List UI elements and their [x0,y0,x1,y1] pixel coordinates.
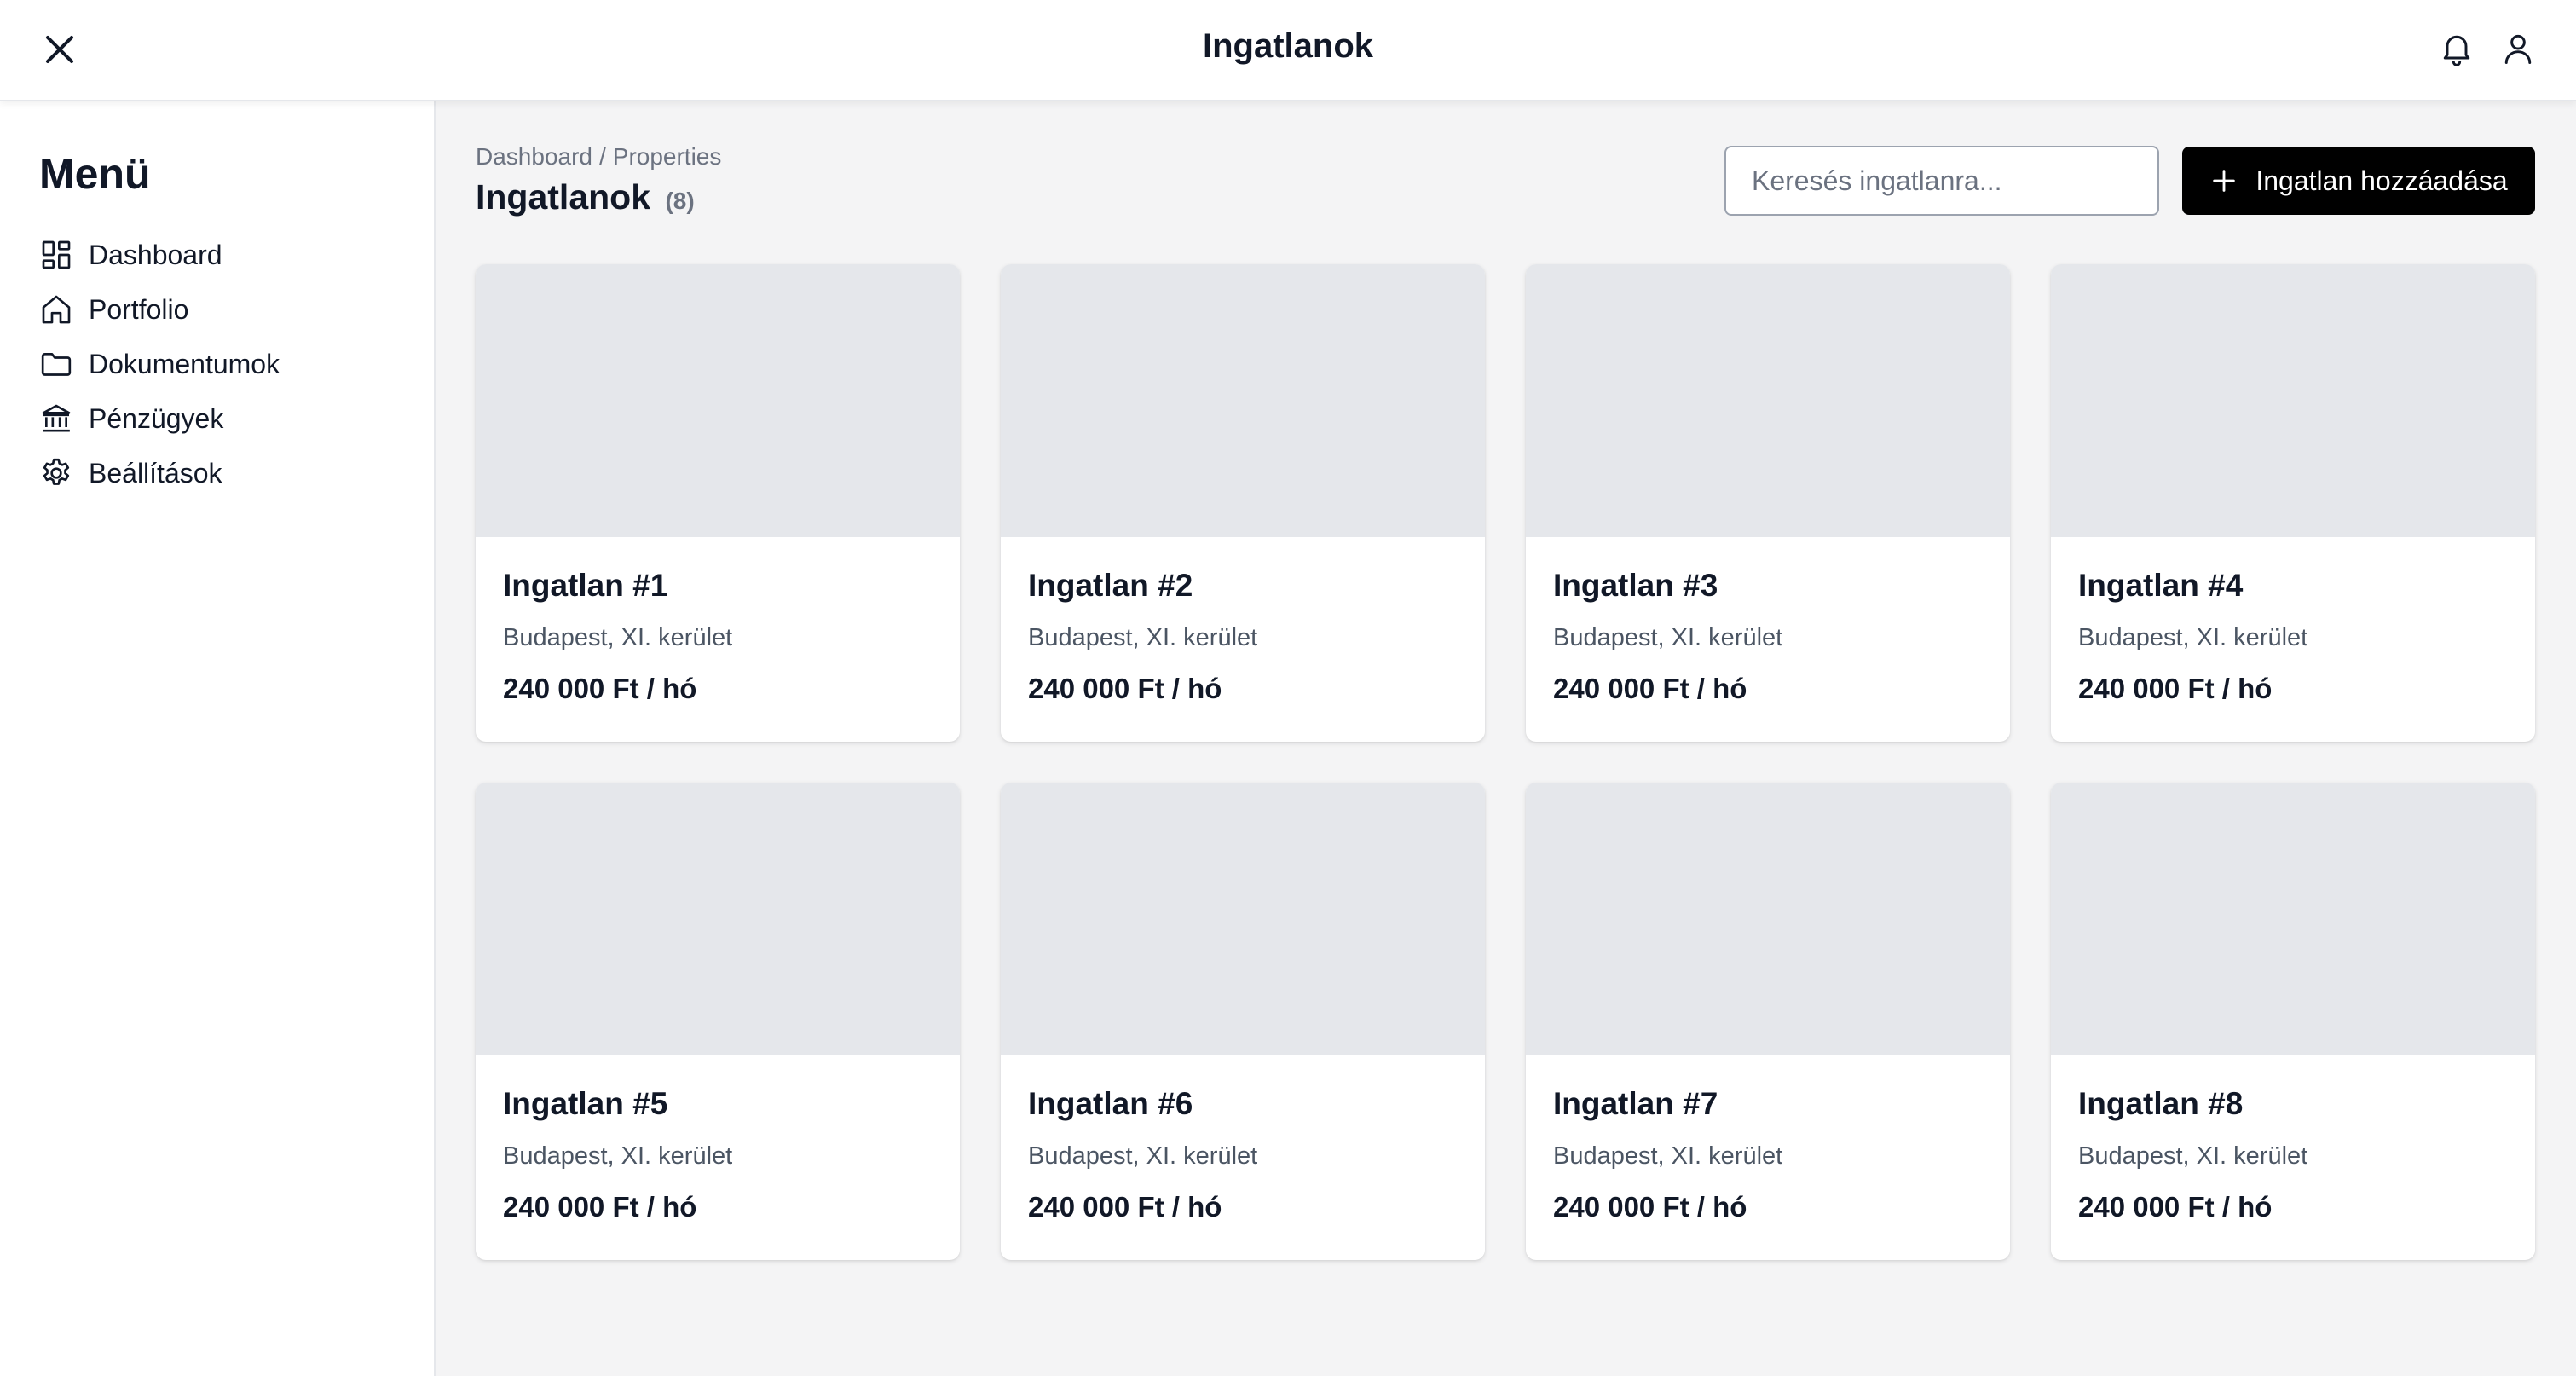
property-card[interactable]: Ingatlan #5 Budapest, XI. kerület 240 00… [476,783,960,1260]
property-name: Ingatlan #5 [503,1086,668,1121]
property-image-placeholder [1001,264,1485,537]
sidebar: Menü Dashboard Portfolio Dokumentumok Pé… [0,101,436,1376]
app-title: Ingatlanok [1202,27,1374,65]
property-location: Budapest, XI. kerület [1028,624,1258,651]
sidebar-item-label: Portfolio [89,293,189,325]
plus-icon [2213,170,2236,192]
property-price: 240 000 Ft / hó [2078,673,2273,704]
page-title-text: Ingatlanok [476,177,651,217]
property-name: Ingatlan #3 [1553,568,1718,603]
property-card[interactable]: Ingatlan #7 Budapest, XI. kerület 240 00… [1526,783,2010,1260]
property-location: Budapest, XI. kerület [503,1142,733,1170]
property-name: Ingatlan #2 [1028,568,1193,603]
sidebar-item-penzugyek[interactable]: Pénzügyek [39,391,414,446]
property-price: 240 000 Ft / hó [1028,673,1222,704]
property-image-placeholder [2051,264,2535,537]
property-name: Ingatlan #4 [2078,568,2244,603]
property-location: Budapest, XI. kerület [2078,1142,2308,1170]
bell-icon [2443,35,2470,66]
profile-button[interactable] [2499,29,2537,68]
sidebar-item-dokumentumok[interactable]: Dokumentumok [39,337,414,391]
property-image-placeholder [1526,783,2010,1055]
sidebar-item-label: Beállítások [89,457,222,489]
sidebar-item-portfolio[interactable]: Portfolio [39,282,414,337]
notifications-button[interactable] [2438,29,2475,68]
property-price: 240 000 Ft / hó [2078,1191,2273,1223]
property-price: 240 000 Ft / hó [503,1191,697,1223]
property-card[interactable]: Ingatlan #2 Budapest, XI. kerület 240 00… [1001,264,1485,742]
top-bar: Ingatlanok [0,0,2576,101]
property-card[interactable]: Ingatlan #1 Budapest, XI. kerület 240 00… [476,264,960,742]
property-image-placeholder [1526,264,2010,537]
property-location: Budapest, XI. kerület [1028,1142,1258,1170]
property-name: Ingatlan #6 [1028,1086,1193,1121]
home-icon [39,292,73,327]
add-property-label: Ingatlan hozzáadása [2255,165,2508,196]
property-location: Budapest, XI. kerület [2078,624,2308,651]
property-price: 240 000 Ft / hó [1028,1191,1222,1223]
property-price: 240 000 Ft / hó [503,673,697,704]
dashboard-icon [39,238,73,272]
sidebar-item-beallitasok[interactable]: Beállítások [39,446,414,500]
property-count: (8) [665,188,695,214]
page-title: Ingatlanok (8) [476,177,695,217]
property-card[interactable]: Ingatlan #8 Budapest, XI. kerület 240 00… [2051,783,2535,1260]
property-grid: Ingatlan #1 Budapest, XI. kerület 240 00… [476,264,2535,1260]
property-location: Budapest, XI. kerület [503,624,733,651]
property-price: 240 000 Ft / hó [1553,1191,1747,1223]
breadcrumb-current: Properties [612,143,722,170]
bank-icon [39,402,73,436]
sidebar-nav: Dashboard Portfolio Dokumentumok Pénzügy… [39,228,414,500]
property-location: Budapest, XI. kerület [1553,624,1783,651]
breadcrumb-separator: / [598,143,606,170]
breadcrumb: Dashboard / Properties [476,143,721,171]
sidebar-item-label: Pénzügyek [89,402,224,434]
property-name: Ingatlan #1 [503,568,668,603]
property-price: 240 000 Ft / hó [1553,673,1747,704]
property-image-placeholder [2051,783,2535,1055]
sidebar-item-dashboard[interactable]: Dashboard [39,228,414,282]
user-icon [2504,34,2532,64]
property-card[interactable]: Ingatlan #3 Budapest, XI. kerület 240 00… [1526,264,2010,742]
property-image-placeholder [476,783,960,1055]
sidebar-item-label: Dokumentumok [89,348,280,379]
breadcrumb-dashboard-link[interactable]: Dashboard [476,143,592,170]
property-card[interactable]: Ingatlan #6 Budapest, XI. kerület 240 00… [1001,783,1485,1260]
search-input[interactable] [1724,146,2159,216]
sidebar-title: Menü [39,150,151,198]
folder-icon [39,347,73,381]
property-name: Ingatlan #7 [1553,1086,1718,1121]
add-property-button[interactable]: Ingatlan hozzáadása [2182,147,2535,215]
sidebar-item-label: Dashboard [89,239,222,270]
property-name: Ingatlan #8 [2078,1086,2244,1121]
property-location: Budapest, XI. kerület [1553,1142,1783,1170]
property-image-placeholder [1001,783,1485,1055]
gear-icon [39,456,73,490]
property-image-placeholder [476,264,960,537]
property-card[interactable]: Ingatlan #4 Budapest, XI. kerület 240 00… [2051,264,2535,742]
